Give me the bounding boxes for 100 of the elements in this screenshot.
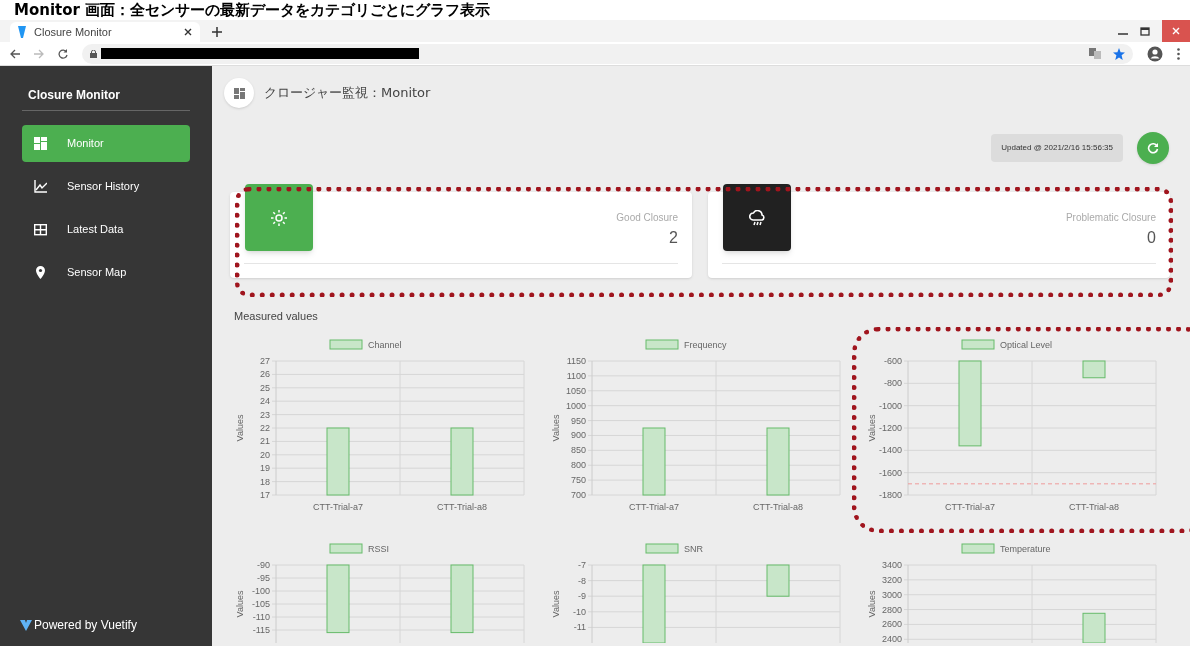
- y-tick-label: -110: [252, 611, 270, 622]
- legend-swatch: [961, 339, 995, 349]
- app-logo-icon: [18, 26, 26, 38]
- y-tick-label: 25: [260, 382, 270, 393]
- logo-icon: [20, 619, 32, 631]
- y-tick-label: -1400: [878, 444, 902, 455]
- y-tick-label: -600: [884, 355, 902, 366]
- y-tick-label: 3000: [881, 589, 902, 600]
- y-tick-label: 2800: [881, 604, 902, 615]
- rain-cloud-icon: [749, 209, 765, 226]
- y-tick-label: -1000: [878, 400, 902, 411]
- y-tick-label: -800: [884, 377, 902, 388]
- y-tick-label: 21: [260, 435, 270, 446]
- bar: [766, 564, 790, 597]
- browser-tab[interactable]: Closure Monitor: [10, 22, 200, 42]
- legend-swatch: [329, 339, 363, 349]
- bar: [326, 427, 350, 495]
- profile-icon[interactable]: [1147, 45, 1163, 62]
- close-icon[interactable]: [184, 28, 192, 36]
- card-label: Problematic Closure: [1065, 211, 1156, 225]
- page-icon-button[interactable]: [224, 78, 254, 108]
- y-tick-label: 24: [260, 395, 270, 406]
- bar: [642, 427, 666, 495]
- card-value: 2: [669, 228, 678, 248]
- y-tick-label: 950: [570, 415, 586, 426]
- legend-swatch: [329, 543, 363, 553]
- tab-title: Closure Monitor: [34, 24, 113, 40]
- bar: [1082, 360, 1106, 378]
- y-tick-label: 700: [570, 489, 586, 500]
- y-tick-label: 900: [570, 429, 586, 440]
- legend-label: Frequency: [684, 339, 727, 350]
- card-label: Good Closure: [616, 211, 678, 225]
- line-chart-icon: [34, 180, 47, 193]
- slide-title: Monitor 画面：全センサーの最新データをカテゴリごとにグラフ表示: [14, 0, 491, 20]
- legend-label: Optical Level: [1000, 339, 1053, 350]
- y-tick-label: 23: [260, 409, 270, 420]
- x-tick-label: CTT-Trial-a8: [436, 501, 488, 512]
- x-tick-label: CTT-Trial-a8: [1068, 501, 1120, 512]
- y-tick-label: 22: [260, 422, 270, 433]
- translate-icon[interactable]: [1089, 48, 1101, 59]
- y-tick-label: -10: [573, 606, 586, 617]
- y-tick-label: 1000: [565, 400, 586, 411]
- new-tab-icon[interactable]: [212, 27, 222, 37]
- y-tick-label: -90: [257, 559, 270, 570]
- section-title: Measured values: [234, 309, 319, 324]
- sidebar-title: Closure Monitor: [27, 87, 121, 104]
- y-tick-label: 1050: [565, 385, 586, 396]
- lock-icon: [90, 49, 97, 58]
- bar: [450, 427, 474, 495]
- y-tick-label: -115: [252, 624, 270, 635]
- y-tick-label: 27: [260, 355, 270, 366]
- y-tick-label: 3200: [881, 574, 902, 585]
- y-axis-title: Values: [867, 414, 877, 441]
- x-tick-label: CTT-Trial-a7: [312, 501, 364, 512]
- y-tick-label: 1150: [566, 355, 586, 366]
- address-bar[interactable]: [82, 43, 1133, 64]
- sidebar-item[interactable]: Latest Data: [22, 211, 190, 248]
- legend-swatch: [961, 543, 995, 553]
- y-tick-label: 17: [260, 489, 270, 500]
- reload-icon[interactable]: [58, 48, 68, 59]
- x-tick-label: CTT-Trial-a7: [628, 501, 680, 512]
- y-tick-label: 850: [570, 444, 586, 455]
- y-tick-label: -1800: [878, 489, 902, 500]
- dashboard-icon: [34, 137, 47, 150]
- bar: [1082, 612, 1106, 643]
- y-tick-label: -8: [578, 575, 586, 586]
- menu-icon[interactable]: [1177, 47, 1180, 60]
- sidebar-item[interactable]: Sensor Map: [22, 254, 190, 291]
- sidebar-item[interactable]: Sensor History: [22, 168, 190, 205]
- y-tick-label: 800: [570, 459, 586, 470]
- y-tick-label: 750: [570, 474, 586, 485]
- y-tick-label: -1600: [878, 467, 902, 478]
- y-tick-label: 20: [260, 449, 270, 460]
- y-axis-title: Values: [235, 414, 245, 441]
- y-axis-title: Values: [235, 590, 245, 617]
- restore-icon[interactable]: [1140, 26, 1150, 36]
- map-pin-icon: [34, 266, 47, 279]
- footer-text: Powered by Vuetify: [34, 617, 137, 634]
- bar: [326, 564, 350, 633]
- y-tick-label: 1100: [566, 370, 586, 381]
- sun-icon: [271, 209, 287, 226]
- bar: [766, 427, 790, 495]
- card-value: 0: [1147, 228, 1156, 248]
- y-tick-label: 3400: [881, 559, 902, 570]
- y-tick-label: 2400: [881, 633, 902, 643]
- y-tick-label: -7: [578, 559, 586, 570]
- table-icon: [34, 223, 47, 236]
- legend-label: SNR: [684, 543, 703, 554]
- y-tick-label: -11: [573, 621, 586, 632]
- legend-swatch: [645, 543, 679, 553]
- close-icon: [1172, 27, 1180, 35]
- y-tick-label: -105: [252, 598, 270, 609]
- star-icon[interactable]: [1113, 47, 1125, 60]
- legend-label: Temperature: [1000, 543, 1051, 554]
- y-axis-title: Values: [867, 590, 877, 617]
- refresh-button[interactable]: [1137, 132, 1169, 164]
- y-axis-title: Values: [551, 590, 561, 617]
- y-tick-label: 26: [260, 368, 270, 379]
- y-tick-label: -100: [252, 585, 270, 596]
- back-icon[interactable]: [10, 48, 20, 59]
